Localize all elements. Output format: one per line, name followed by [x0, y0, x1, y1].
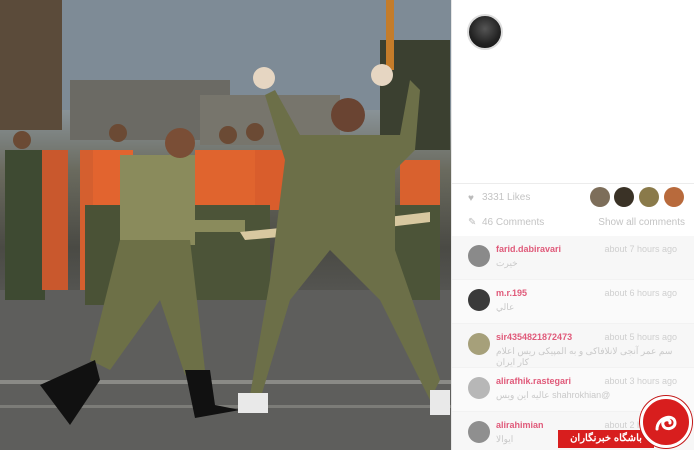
liker-avatar[interactable]	[639, 187, 659, 207]
likes-count: 3331 Likes	[482, 192, 531, 203]
commenter-avatar[interactable]	[468, 421, 490, 443]
comment-time: about 5 hours ago	[604, 332, 677, 342]
liker-avatar[interactable]	[590, 187, 610, 207]
comment-item: sir4354821872473 about 5 hours ago سم عم…	[452, 324, 694, 368]
commenter-username[interactable]: alirafhik.rastegari	[496, 376, 571, 386]
comment-text: عالي	[496, 302, 515, 312]
commenter-username[interactable]: farid.dabiravari	[496, 244, 561, 254]
comment-icon: ✎	[468, 217, 477, 228]
comment-text: سم عمر آنجی لانلافاکی و به المپیکی ریس ا…	[496, 346, 673, 367]
comment-time: about 6 hours ago	[604, 288, 677, 298]
comment-time: about 3 hours ago	[604, 376, 677, 386]
comment-text: خيرت	[496, 258, 518, 268]
commenter-username[interactable]: alirahimian	[496, 420, 544, 430]
liker-avatar[interactable]	[664, 187, 684, 207]
comment-text: @shahrokhian عالیه این ویس	[496, 390, 611, 400]
comments-header: ✎ 46 Comments Show all comments	[452, 212, 694, 234]
comment-time: about 7 hours ago	[604, 244, 677, 254]
logo-mark-icon	[655, 415, 677, 431]
comment-item: farid.dabiravari about 7 hours ago خيرت	[452, 236, 694, 280]
photo-scene	[0, 0, 451, 450]
commenter-username[interactable]: m.r.195	[496, 288, 527, 298]
commenter-username[interactable]: sir4354821872473	[496, 332, 572, 342]
commenter-avatar[interactable]	[468, 245, 490, 267]
commenter-avatar[interactable]	[468, 377, 490, 399]
likes-row: ♥ 3331 Likes	[452, 183, 694, 211]
commenter-avatar[interactable]	[468, 289, 490, 311]
watermark-label: باشگاه خبرنگاران	[558, 430, 654, 448]
heart-icon[interactable]: ♥	[468, 193, 474, 204]
poster-avatar[interactable]	[467, 14, 503, 50]
commenter-avatar[interactable]	[468, 333, 490, 355]
post-sidebar: ♥ 3331 Likes ✎ 46 Comments Show all comm…	[451, 0, 694, 450]
liker-avatar[interactable]	[614, 187, 634, 207]
comments-count: 46 Comments	[482, 217, 545, 228]
show-all-comments-link[interactable]: Show all comments	[598, 217, 685, 228]
comment-item: m.r.195 about 6 hours ago عالي	[452, 280, 694, 324]
watermark-logo	[640, 396, 692, 448]
post-photo	[0, 0, 451, 450]
